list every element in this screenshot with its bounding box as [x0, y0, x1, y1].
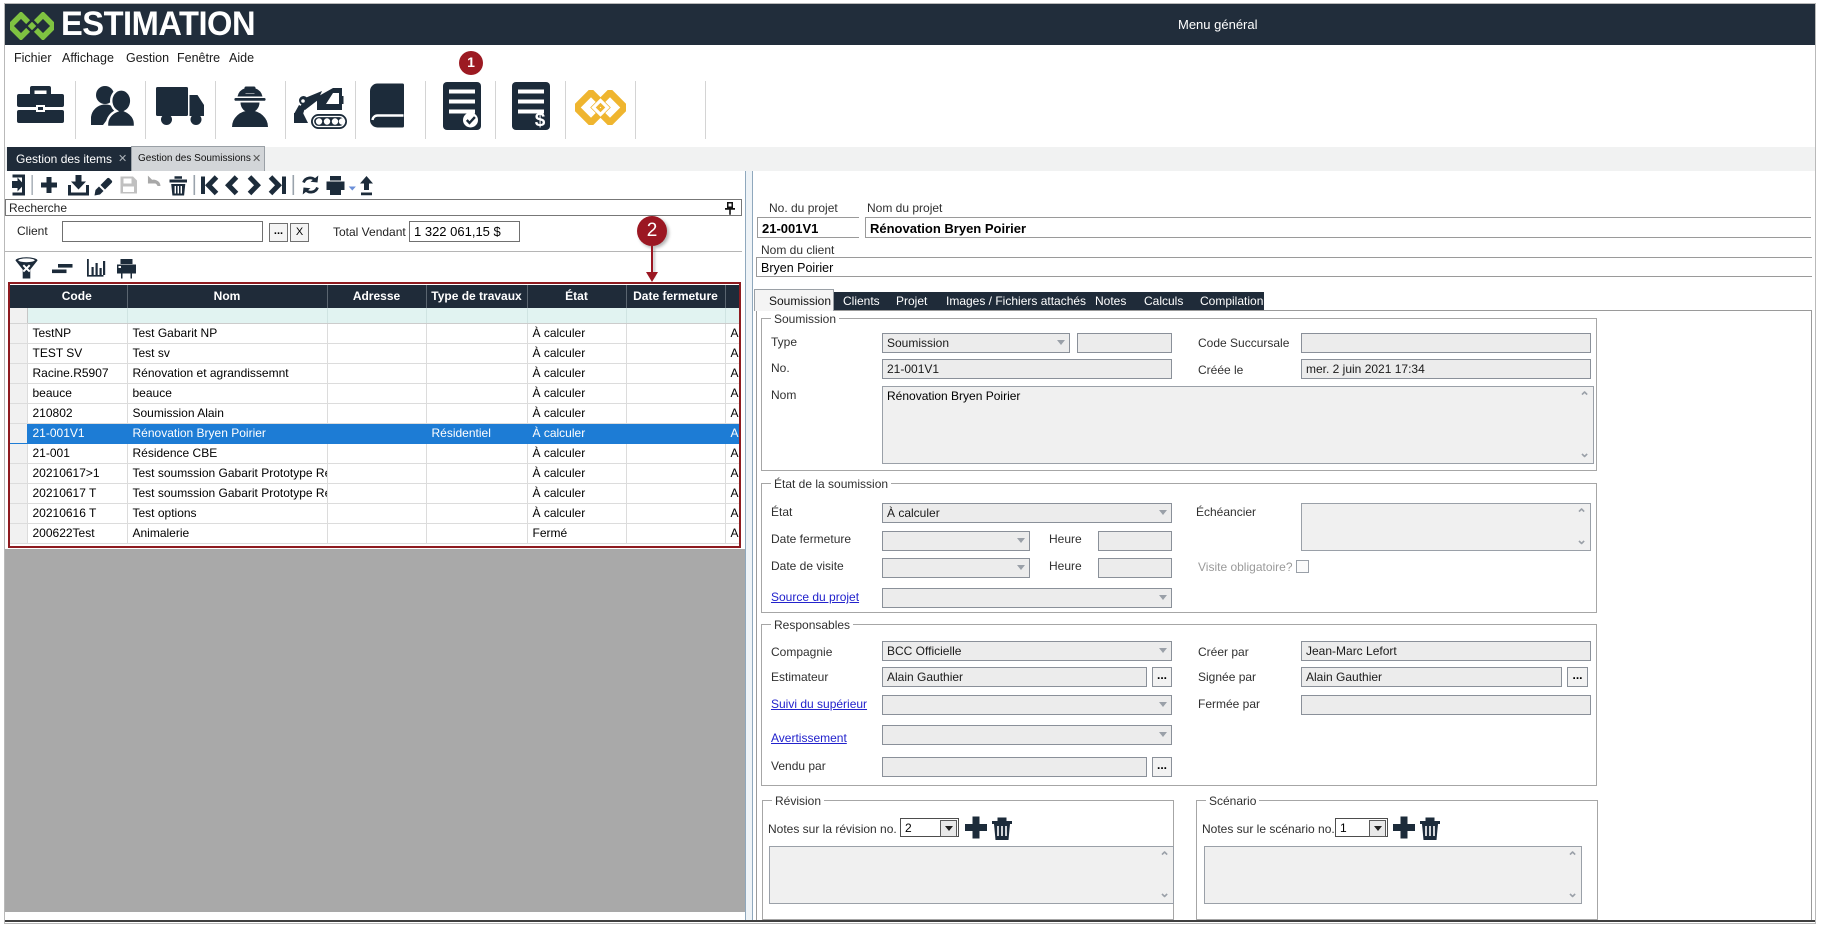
svg-text:$: $	[535, 110, 546, 130]
